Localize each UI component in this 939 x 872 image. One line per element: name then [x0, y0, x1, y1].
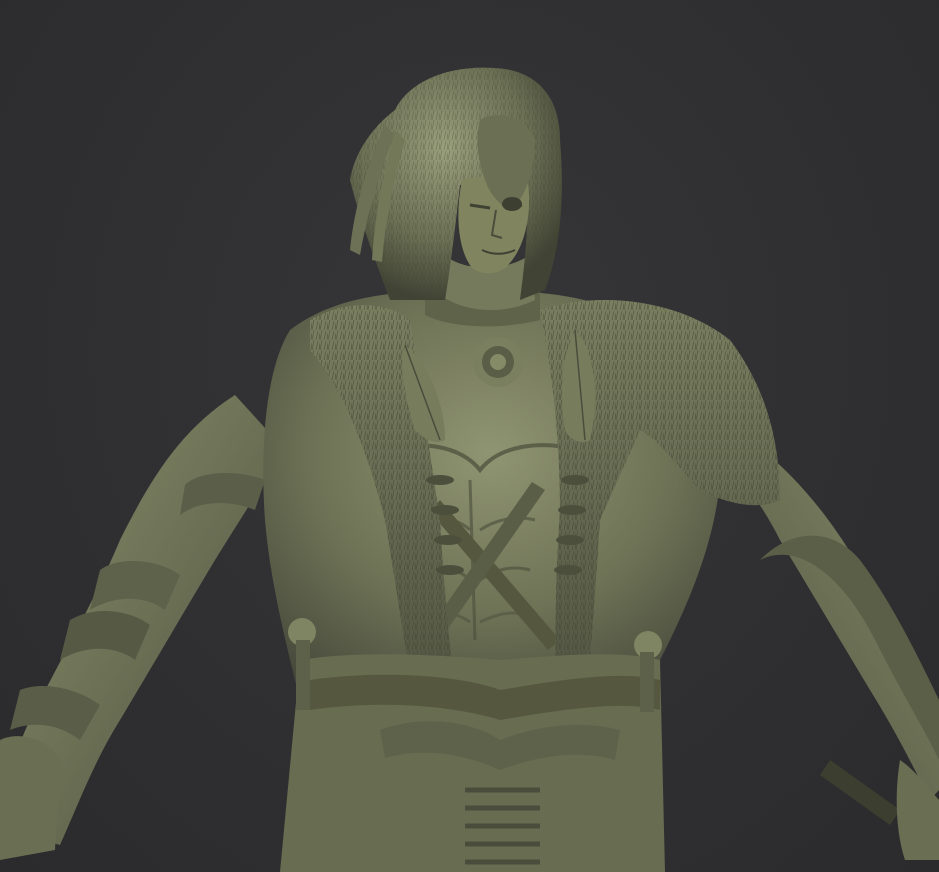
- sculpt-viewport: [0, 0, 939, 872]
- left-arm: [0, 395, 286, 860]
- sculpt-render: [0, 67, 939, 872]
